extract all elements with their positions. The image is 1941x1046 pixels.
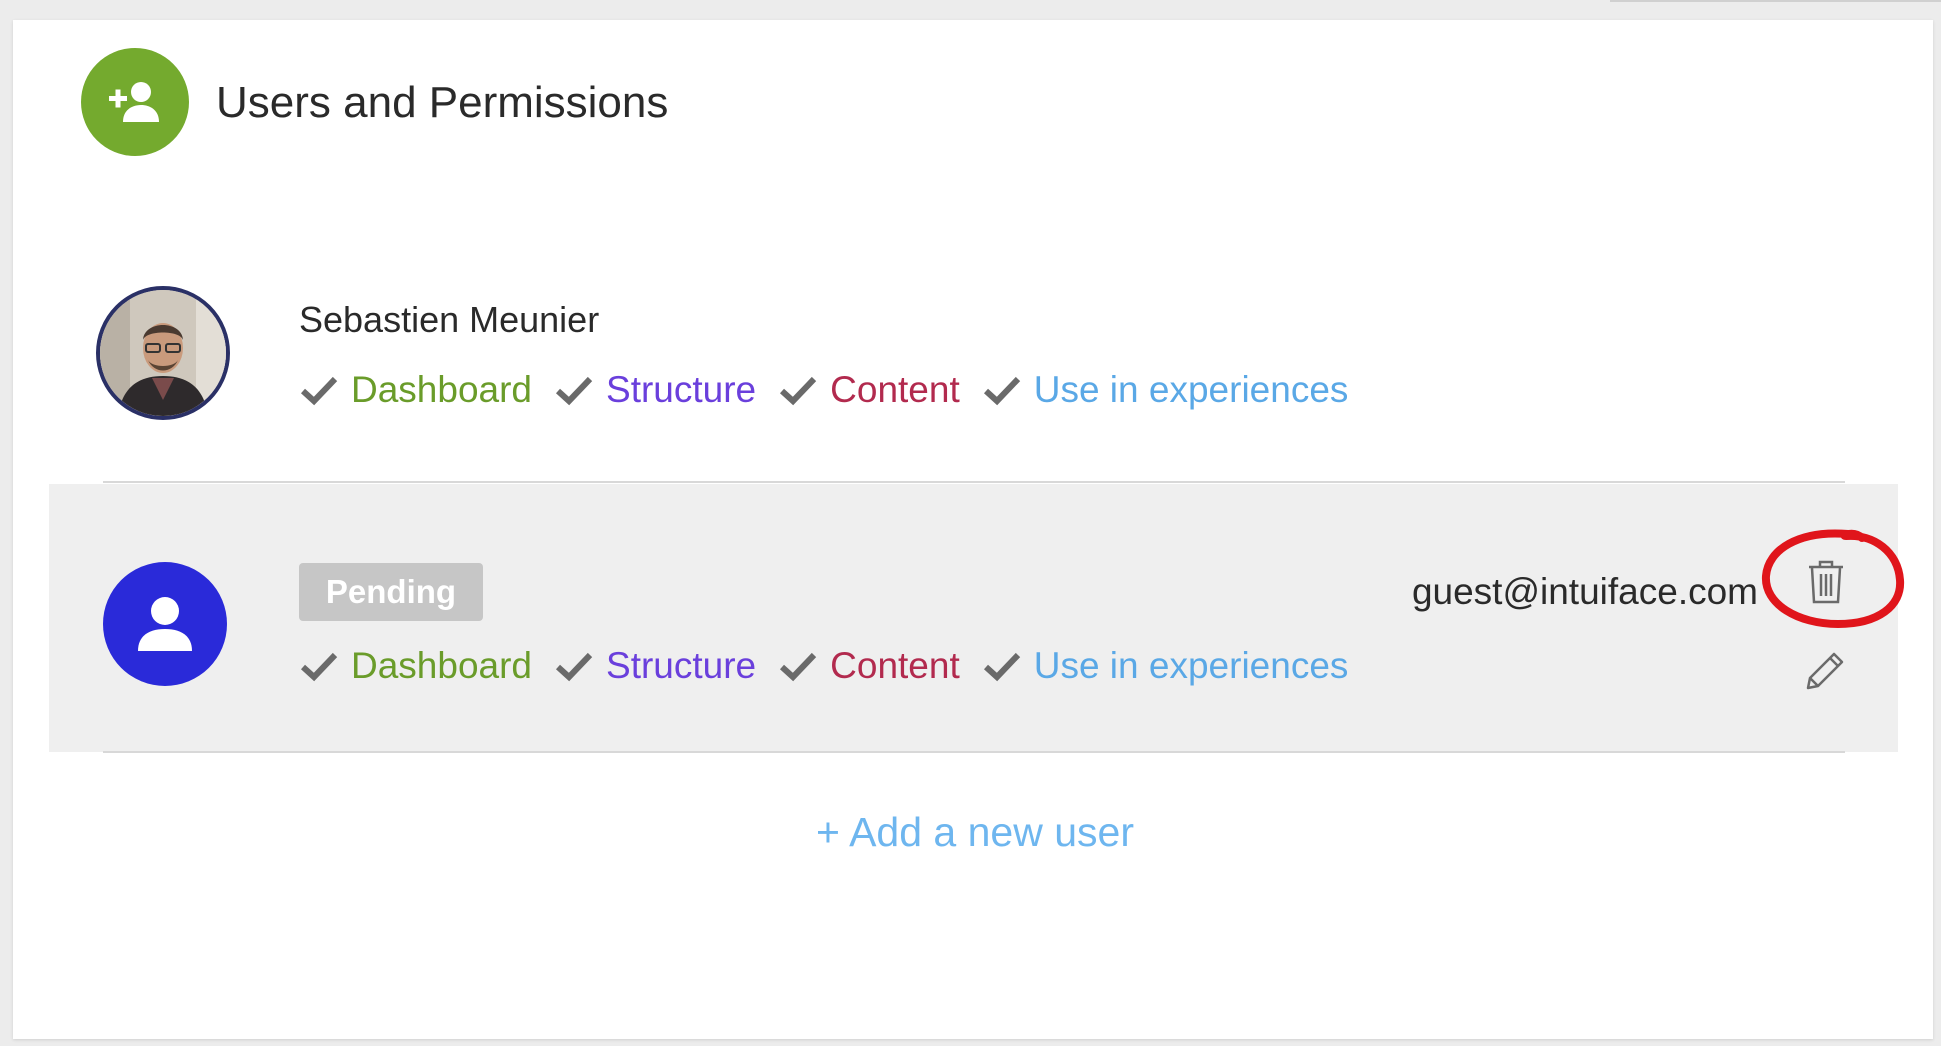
edit-user-button[interactable] <box>1800 648 1848 696</box>
highlight-annotation <box>1761 529 1905 629</box>
user-name: Sebastien Meunier <box>299 299 600 340</box>
permission-content: Content <box>778 368 960 412</box>
permission-label: Content <box>830 645 960 686</box>
page-title: Users and Permissions <box>216 78 669 127</box>
row-divider <box>103 481 1845 483</box>
permission-label: Structure <box>606 369 757 410</box>
permission-label: Content <box>830 369 960 410</box>
avatar <box>96 286 230 420</box>
permission-use-in-experiences: Use in experiences <box>982 368 1349 412</box>
pencil-icon <box>1806 652 1844 690</box>
check-icon <box>555 652 593 682</box>
permission-list: Dashboard Structure Content Use in exper… <box>299 644 1370 688</box>
check-icon <box>300 376 338 406</box>
permission-label: Use in experiences <box>1033 369 1349 410</box>
top-border <box>1610 0 1941 2</box>
check-icon <box>983 376 1020 406</box>
permission-dashboard: Dashboard <box>299 368 532 412</box>
permission-label: Dashboard <box>351 645 533 686</box>
permission-content: Content <box>778 644 960 688</box>
check-icon <box>300 652 338 682</box>
permission-dashboard: Dashboard <box>299 644 532 688</box>
permission-list: Dashboard Structure Content Use in exper… <box>299 368 1370 412</box>
add-user-icon <box>81 48 189 156</box>
add-user-link[interactable]: + Add a new user <box>700 806 1250 858</box>
permission-structure: Structure <box>554 644 756 688</box>
permission-structure: Structure <box>554 368 756 412</box>
check-icon <box>780 376 817 406</box>
permission-label: Dashboard <box>351 369 533 410</box>
permission-label: Structure <box>606 645 757 686</box>
check-icon <box>555 376 593 406</box>
permission-use-in-experiences: Use in experiences <box>982 644 1349 688</box>
check-icon <box>983 652 1020 682</box>
check-icon <box>780 652 817 682</box>
default-user-icon <box>103 562 227 686</box>
status-badge: Pending <box>299 563 483 621</box>
permission-label: Use in experiences <box>1033 645 1349 686</box>
row-divider <box>103 751 1845 753</box>
user-email: guest@intuiface.com <box>1411 571 1758 612</box>
